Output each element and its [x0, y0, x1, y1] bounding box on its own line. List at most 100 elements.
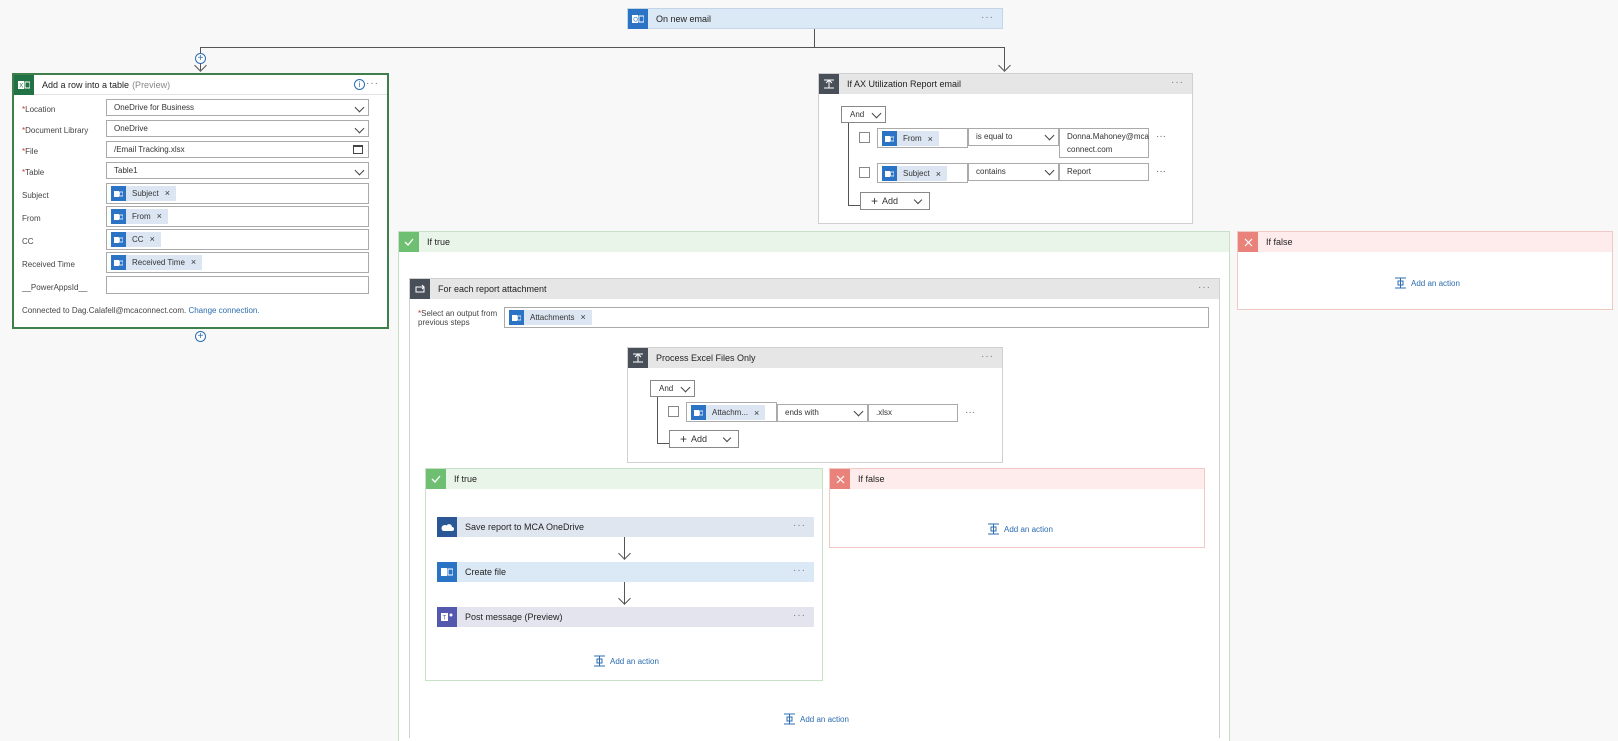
file-picker-icon[interactable]	[353, 145, 363, 154]
chevron-down-icon	[1044, 165, 1055, 176]
group-line	[657, 397, 658, 444]
chevron-down-icon	[354, 102, 365, 113]
select-output-input[interactable]: Attachments ×	[504, 307, 1209, 328]
file-label: *File	[22, 147, 39, 156]
attachments-token[interactable]: Attachm... ×	[691, 405, 766, 420]
condition-icon	[819, 74, 839, 94]
and-dropdown[interactable]: And	[650, 380, 695, 397]
excel-action-card[interactable]: X Add a row into a table (Preview) i ··· …	[12, 73, 389, 329]
group-line	[848, 205, 860, 206]
add-action-button[interactable]: Add an action	[1394, 277, 1460, 289]
condition-card[interactable]: If AX Utilization Report email ··· And F…	[818, 73, 1193, 224]
condition-value-input[interactable]: Report	[1059, 163, 1149, 181]
powerappsid-label: __PowerAppsId__	[22, 283, 88, 292]
row-menu-button[interactable]: ···	[1156, 131, 1166, 142]
file-input[interactable]: /Email Tracking.xlsx	[106, 141, 369, 158]
row-checkbox[interactable]	[668, 406, 679, 417]
attachments-token[interactable]: Attachments ×	[509, 310, 592, 325]
received-time-token[interactable]: Received Time ×	[111, 255, 203, 270]
operator-dropdown[interactable]: contains	[968, 163, 1059, 181]
from-input[interactable]: From ×	[106, 206, 369, 227]
condition-left-operand[interactable]: Subject ×	[877, 163, 968, 183]
step-menu-button[interactable]: ···	[793, 566, 806, 576]
document-library-dropdown[interactable]: OneDrive	[106, 120, 369, 137]
condition-left-operand[interactable]: From ×	[877, 128, 968, 148]
trigger-menu-button[interactable]: ···	[981, 13, 994, 23]
condition-left-operand[interactable]: Attachm... ×	[686, 402, 777, 422]
remove-token-icon: ×	[754, 407, 760, 418]
outlook-icon	[111, 232, 126, 247]
svg-text:O: O	[633, 18, 638, 24]
row-menu-button[interactable]: ···	[1156, 166, 1166, 177]
check-icon	[426, 469, 446, 489]
info-icon[interactable]: i	[354, 79, 365, 90]
process-condition-card[interactable]: Process Excel Files Only ··· And Attachm…	[627, 347, 1003, 463]
from-token[interactable]: From ×	[111, 209, 168, 224]
process-menu-button[interactable]: ···	[981, 352, 994, 362]
plus-icon: +	[871, 194, 879, 208]
arrow-icon	[618, 547, 631, 560]
received-time-label: Received Time	[22, 260, 75, 269]
add-action-icon	[594, 655, 605, 667]
chevron-down-icon	[871, 108, 882, 119]
remove-token-icon: ×	[190, 257, 197, 267]
operator-dropdown[interactable]: is equal to	[968, 128, 1059, 146]
subject-input[interactable]: Subject ×	[106, 183, 369, 204]
add-condition-button[interactable]: + Add	[860, 192, 930, 210]
if-true-label: If true	[427, 237, 451, 247]
insert-step-button[interactable]: +	[195, 331, 206, 342]
condition-menu-button[interactable]: ···	[1171, 78, 1184, 88]
cc-token[interactable]: CC ×	[111, 232, 161, 247]
process-title: Process Excel Files Only	[656, 353, 756, 363]
operator-dropdown[interactable]: ends with	[777, 404, 868, 422]
trigger-card[interactable]: O On new email ···	[627, 8, 1003, 29]
connection-info: Connected to Dag.Calafell@mcaconnect.com…	[22, 306, 260, 315]
add-condition-button[interactable]: + Add	[669, 430, 739, 448]
row-checkbox[interactable]	[859, 167, 870, 178]
inner-if-false-label: If false	[858, 474, 885, 484]
post-message-step[interactable]: T Post message (Preview) ···	[437, 607, 814, 627]
connector-line	[200, 47, 1004, 48]
excel-icon: X	[14, 74, 34, 95]
powerappsid-input[interactable]	[106, 276, 369, 294]
change-connection-link[interactable]: Change connection.	[188, 306, 259, 315]
foreach-menu-button[interactable]: ···	[1198, 283, 1211, 293]
group-line	[657, 443, 669, 444]
subject-token[interactable]: Subject ×	[882, 166, 947, 181]
add-action-button[interactable]: Add an action	[593, 655, 659, 667]
save-report-step[interactable]: Save report to MCA OneDrive ···	[437, 517, 814, 537]
subject-label: Subject	[22, 191, 49, 200]
row-menu-button[interactable]: ···	[965, 407, 975, 418]
step-menu-button[interactable]: ···	[793, 521, 806, 531]
add-action-button[interactable]: Add an action	[783, 713, 849, 725]
received-time-input[interactable]: Received Time ×	[106, 252, 369, 273]
svg-text:X: X	[19, 83, 23, 89]
close-icon	[830, 469, 850, 489]
chevron-down-icon	[680, 382, 691, 393]
remove-token-icon: ×	[156, 211, 162, 221]
cc-input[interactable]: CC ×	[106, 229, 369, 250]
condition-icon	[628, 348, 648, 368]
svg-text:T: T	[443, 616, 447, 622]
select-output-label: *Select an output from previous steps	[418, 309, 498, 327]
table-dropdown[interactable]: Table1	[106, 162, 369, 179]
chevron-down-icon	[722, 433, 732, 443]
create-file-step[interactable]: Create file ···	[437, 562, 814, 582]
teams-icon: T	[437, 607, 457, 627]
step-menu-button[interactable]: ···	[793, 611, 806, 621]
and-dropdown[interactable]: And	[841, 106, 886, 123]
add-action-button[interactable]: Add an action	[987, 523, 1053, 535]
subject-token[interactable]: Subject ×	[111, 186, 176, 201]
condition-value-input[interactable]: Donna.Mahoney@mca connect.com	[1059, 128, 1149, 158]
row-checkbox[interactable]	[859, 132, 870, 143]
inner-if-false-branch: If false Add an action	[829, 468, 1205, 548]
insert-step-button[interactable]: +	[195, 53, 206, 64]
excel-card-menu-button[interactable]: ···	[366, 79, 379, 89]
table-label: *Table	[22, 168, 45, 177]
location-dropdown[interactable]: OneDrive for Business	[106, 99, 369, 116]
from-token[interactable]: From ×	[882, 131, 939, 146]
chevron-down-icon	[1044, 130, 1055, 141]
inner-if-true-label: If true	[454, 474, 478, 484]
condition-value-input[interactable]: .xlsx	[868, 404, 958, 422]
arrow-icon	[998, 59, 1011, 72]
